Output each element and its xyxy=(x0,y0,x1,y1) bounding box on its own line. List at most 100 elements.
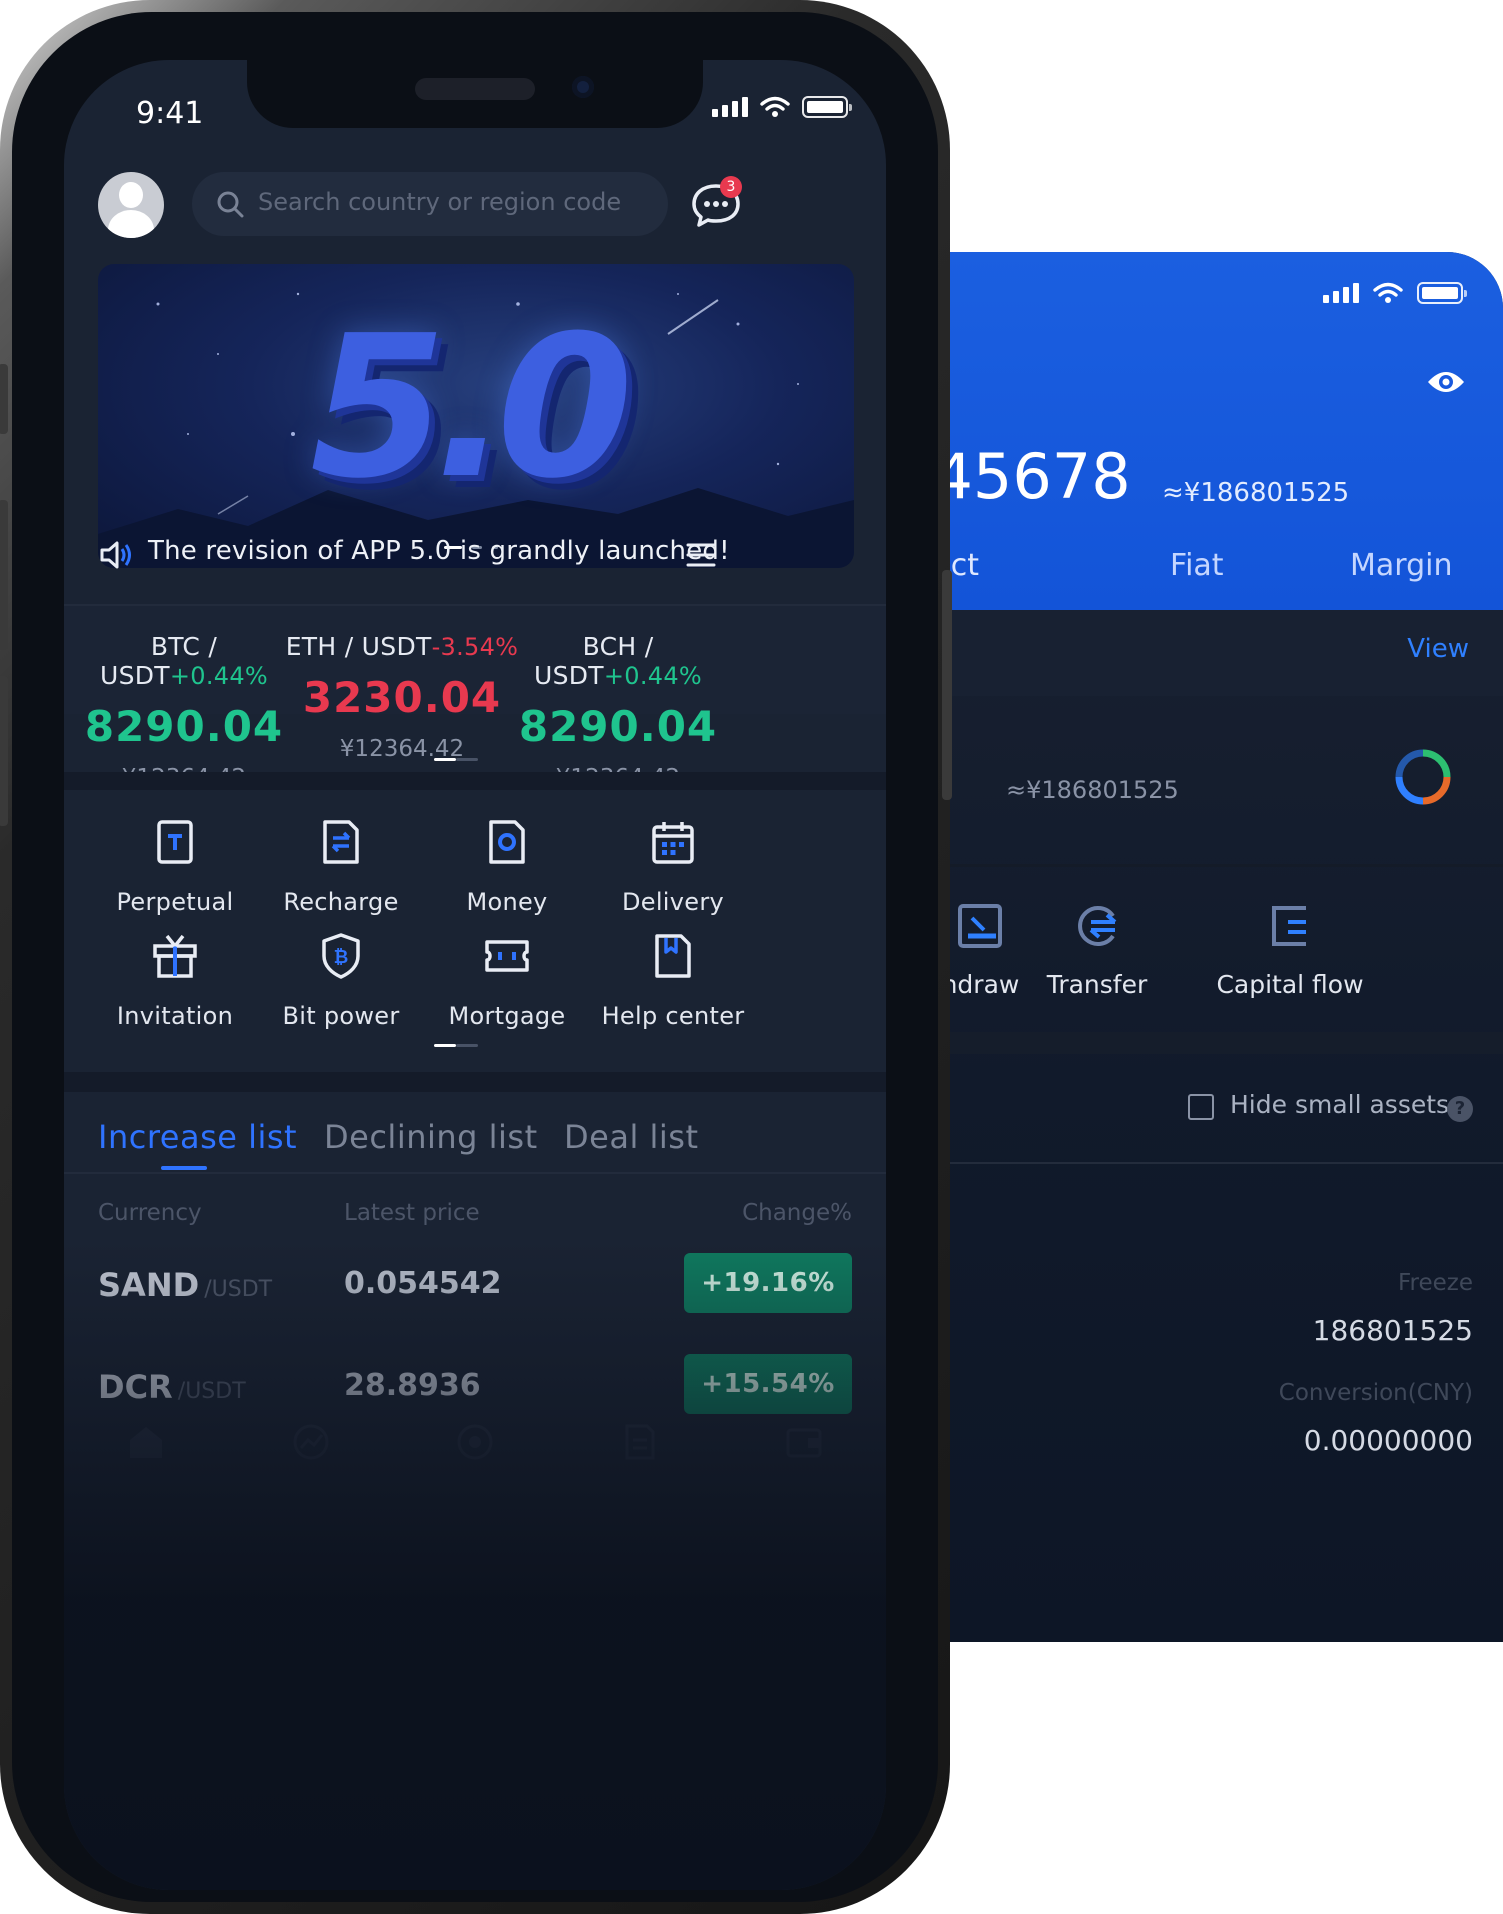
sub-balance-cny: ≈¥186801525 xyxy=(1006,776,1179,804)
messages-button[interactable]: 3 xyxy=(690,176,742,232)
header-latest-price[interactable]: Latest price xyxy=(344,1200,480,1226)
capital-flow-icon xyxy=(1272,906,1306,946)
ticker-btc[interactable]: BTC / USDT+0.44% 8290.04 ¥12364.42 xyxy=(64,632,304,791)
table-row[interactable]: SAND /USDT xyxy=(98,1266,272,1304)
divider xyxy=(64,772,886,790)
status-bar xyxy=(1323,282,1467,304)
capital-flow-label: Capital flow xyxy=(1216,970,1364,999)
battery-icon xyxy=(1417,282,1467,304)
main-phone-screen: 9:41 Search country or region code 3 5.0… xyxy=(64,60,886,1890)
menu-label: Help center xyxy=(601,1002,745,1030)
header-currency[interactable]: Currency xyxy=(98,1200,202,1226)
search-bar[interactable]: Search country or region code xyxy=(192,172,668,236)
header-change[interactable]: Change% xyxy=(742,1200,852,1226)
tab-fiat[interactable]: Fiat xyxy=(1170,548,1224,583)
orders-icon[interactable] xyxy=(619,1422,659,1462)
tab-increase-list[interactable]: Increase list xyxy=(98,1118,297,1156)
view-link[interactable]: View xyxy=(1407,634,1469,664)
perpetual-icon xyxy=(157,820,193,864)
home-icon[interactable] xyxy=(126,1422,166,1462)
bottom-fade-overlay xyxy=(64,1240,886,1890)
menu-delivery[interactable]: Delivery xyxy=(588,818,758,916)
eye-icon[interactable] xyxy=(1426,368,1466,396)
market-icon[interactable] xyxy=(291,1422,331,1462)
divider xyxy=(64,604,886,606)
phone-frame: 9:41 Search country or region code 3 5.0… xyxy=(0,0,952,1914)
money-icon xyxy=(489,820,525,864)
wifi-icon xyxy=(760,96,790,117)
ticker-cny: ¥12364.42 xyxy=(339,736,465,762)
status-icons xyxy=(712,96,852,118)
search-input[interactable]: Search country or region code xyxy=(258,188,621,216)
menu-money[interactable]: Money xyxy=(422,818,592,916)
ticker-price: 8290.04 xyxy=(84,702,284,751)
ticker-price: 3230.04 xyxy=(302,673,502,722)
ticker-pair: ETH / USDT xyxy=(285,632,432,661)
ticker-eth[interactable]: ETH / USDT-3.54% 3230.04 ¥12364.42 xyxy=(282,632,522,762)
menu-label: Mortgage xyxy=(448,1002,566,1030)
menu-label: Invitation xyxy=(116,1002,234,1030)
transfer-label: Transfer xyxy=(1046,970,1148,999)
pie-chart-icon[interactable] xyxy=(1394,748,1452,806)
menu-bit-power[interactable]: ₿ Bit power xyxy=(256,932,426,1030)
notch xyxy=(247,60,703,128)
tab-declining-list[interactable]: Declining list xyxy=(324,1118,538,1156)
announcement-text[interactable]: The revision of APP 5.0 is grandly launc… xyxy=(148,536,730,566)
menu-help-center[interactable]: Help center xyxy=(588,932,758,1030)
wifi-icon xyxy=(1373,282,1403,303)
tab-margin[interactable]: Margin xyxy=(1350,548,1452,583)
bit-power-icon: ₿ xyxy=(322,933,360,979)
change-badge: +19.16% xyxy=(684,1253,852,1313)
divider xyxy=(900,1162,1503,1164)
menu-invitation[interactable]: Invitation xyxy=(90,932,260,1030)
menu-perpetual[interactable]: Perpetual xyxy=(90,818,260,916)
menu-mortgage[interactable]: Mortgage xyxy=(422,932,592,1030)
transfer-button[interactable]: Transfer xyxy=(1022,902,1172,999)
recharge-icon xyxy=(323,820,359,864)
table-row[interactable]: DCR /USDT xyxy=(98,1368,246,1406)
divider xyxy=(900,1032,1503,1054)
battery-icon xyxy=(802,96,852,118)
mute-switch xyxy=(0,364,8,434)
front-camera xyxy=(572,76,594,98)
promo-banner[interactable]: 5.0 xyxy=(98,264,854,568)
hide-small-assets-checkbox[interactable] xyxy=(1188,1094,1214,1120)
ticker-bch[interactable]: BCH / USDT+0.44% 8290.04 ¥12364.42 xyxy=(498,632,738,791)
speaker-icon xyxy=(100,541,131,569)
help-center-icon xyxy=(655,934,691,978)
banner-title: 5.0 xyxy=(310,294,633,522)
freeze-label: Freeze xyxy=(1397,1270,1473,1296)
help-icon[interactable]: ? xyxy=(1447,1096,1473,1122)
volume-down-button xyxy=(0,676,8,826)
conversion-label: Conversion(CNY) xyxy=(1278,1380,1473,1406)
svg-text:₿: ₿ xyxy=(334,947,349,968)
ticker-pagination xyxy=(434,758,478,761)
trade-icon[interactable] xyxy=(455,1422,495,1462)
power-button xyxy=(942,570,952,800)
withdraw-icon xyxy=(958,904,1002,948)
avatar[interactable] xyxy=(98,172,164,238)
signal-icon xyxy=(1323,283,1359,303)
capital-flow-button[interactable]: Capital flow xyxy=(1200,902,1380,999)
ticker-price: 8290.04 xyxy=(518,702,718,751)
tab-deal-list[interactable]: Deal list xyxy=(564,1118,699,1156)
bottom-tab-bar xyxy=(64,1422,886,1482)
menu-recharge[interactable]: Recharge xyxy=(256,818,426,916)
coin-symbol: SAND xyxy=(98,1266,200,1304)
menu-label: Delivery xyxy=(621,888,725,916)
menu-label: Perpetual xyxy=(116,888,234,916)
row-price: 28.8936 xyxy=(344,1368,481,1403)
menu-label: Recharge xyxy=(283,888,399,916)
change-badge: +15.54% xyxy=(684,1354,852,1414)
balance-cny: ≈¥186801525 xyxy=(1162,478,1350,508)
menu-label: Money xyxy=(466,888,548,916)
hide-small-assets-label[interactable]: Hide small assets xyxy=(1230,1090,1449,1119)
menu-icon[interactable] xyxy=(686,542,716,568)
status-time: 9:41 xyxy=(136,96,204,131)
coin-quote: /USDT xyxy=(177,1379,246,1404)
wallet-icon[interactable] xyxy=(784,1422,824,1462)
menu-pagination xyxy=(434,1044,478,1047)
volume-up-button xyxy=(0,500,8,650)
ticker-change: +0.44% xyxy=(169,662,269,690)
ticker-change: +0.44% xyxy=(603,662,703,690)
